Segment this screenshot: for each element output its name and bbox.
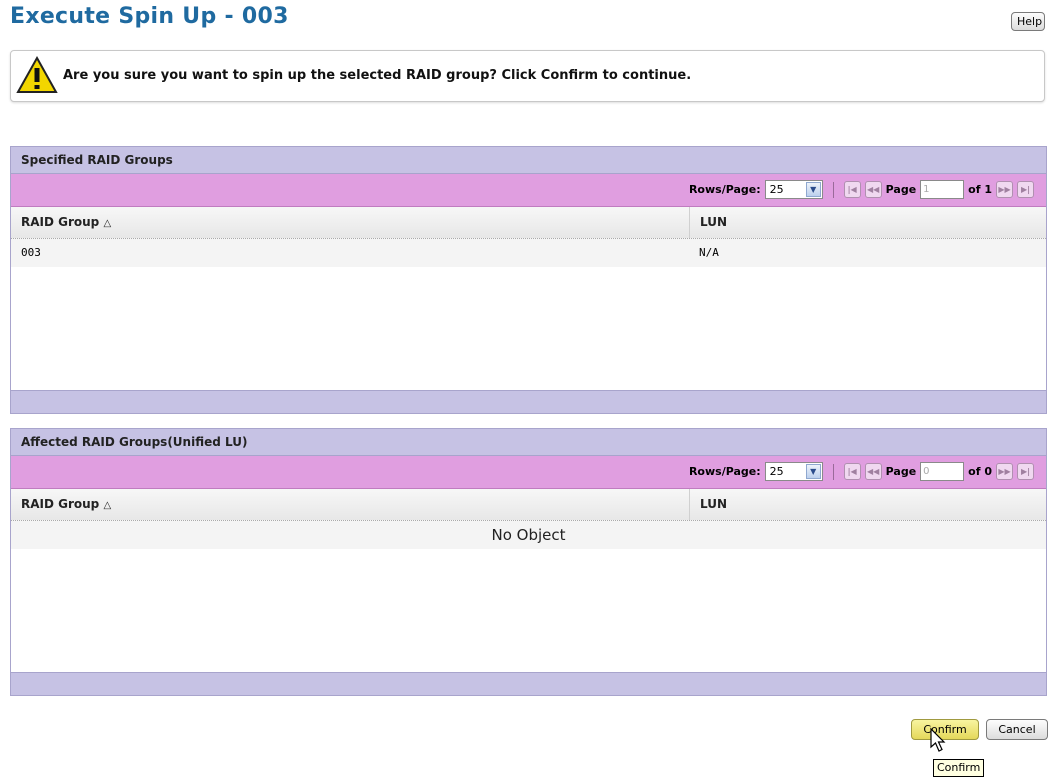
previous-page-icon[interactable]: ◀◀	[864, 181, 882, 198]
column-raid-group[interactable]: RAID Group △	[11, 489, 690, 520]
last-page-icon[interactable]: ▶|	[1017, 181, 1034, 198]
chevron-down-icon[interactable]: ▼	[805, 182, 821, 197]
sort-ascending-icon[interactable]: △	[103, 500, 111, 511]
rows-per-page-label: Rows/Page:	[688, 465, 761, 478]
next-page-icon[interactable]: ▶▶	[996, 181, 1013, 198]
page-title: Execute Spin Up - 003	[10, 4, 289, 29]
previous-page-icon[interactable]: ◀◀	[864, 463, 882, 480]
last-page-icon[interactable]: ▶|	[1017, 463, 1034, 480]
rows-per-page-value: 25	[769, 183, 784, 196]
toolbar-divider	[832, 181, 834, 198]
page-count-label: of 0	[968, 465, 992, 478]
column-raid-group-label: RAID Group	[21, 497, 100, 511]
table-header: RAID Group △ LUN	[11, 489, 1046, 521]
column-lun[interactable]: LUN	[690, 207, 727, 238]
panel-footer	[11, 390, 1046, 413]
cancel-button[interactable]: Cancel	[986, 719, 1048, 740]
page-number-input[interactable]: 1	[920, 180, 965, 199]
rows-per-page-label: Rows/Page:	[688, 183, 761, 196]
page-label: Page	[885, 183, 917, 196]
table-header: RAID Group △ LUN	[11, 207, 1046, 239]
rows-per-page-select[interactable]: 25 ▼	[764, 180, 823, 199]
empty-table-message: No Object	[11, 521, 1046, 549]
confirm-tooltip: Confirm	[933, 759, 985, 777]
sort-ascending-icon[interactable]: △	[103, 218, 111, 229]
mouse-pointer-icon	[930, 727, 946, 752]
chevron-down-icon[interactable]: ▼	[805, 464, 821, 479]
pagination-toolbar: Rows/Page: 25 ▼ |◀ ◀◀ Page 0 of 0 ▶▶ ▶|	[11, 456, 1046, 489]
next-page-icon[interactable]: ▶▶	[996, 463, 1013, 480]
column-lun[interactable]: LUN	[690, 489, 727, 520]
warning-message: Are you sure you want to spin up the sel…	[63, 68, 692, 83]
first-page-icon[interactable]: |◀	[843, 181, 861, 198]
first-page-icon[interactable]: |◀	[843, 463, 861, 480]
page-label: Page	[885, 465, 917, 478]
pagination-toolbar: Rows/Page: 25 ▼ |◀ ◀◀ Page 1 of 1 ▶▶ ▶|	[11, 174, 1046, 207]
cell-lun: N/A	[699, 246, 719, 259]
panel-footer	[11, 672, 1046, 695]
table-row[interactable]: 003 N/A	[11, 239, 1046, 267]
column-raid-group-label: RAID Group	[21, 215, 100, 229]
cell-raid-group: 003	[21, 246, 41, 259]
toolbar-divider	[832, 463, 834, 480]
rows-per-page-select[interactable]: 25 ▼	[764, 462, 823, 481]
warning-icon	[16, 55, 58, 93]
page-count-label: of 1	[968, 183, 992, 196]
panel-title: Affected RAID Groups(Unified LU)	[11, 429, 1046, 456]
affected-raid-groups-panel: Affected RAID Groups(Unified LU) Rows/Pa…	[10, 428, 1047, 696]
help-button[interactable]: Help	[1011, 12, 1045, 31]
page-number-input[interactable]: 0	[920, 462, 965, 481]
specified-raid-groups-panel: Specified RAID Groups Rows/Page: 25 ▼ |◀…	[10, 146, 1047, 414]
panel-title: Specified RAID Groups	[11, 147, 1046, 174]
warning-box: Are you sure you want to spin up the sel…	[10, 50, 1045, 102]
column-raid-group[interactable]: RAID Group △	[11, 207, 690, 238]
rows-per-page-value: 25	[769, 465, 784, 478]
